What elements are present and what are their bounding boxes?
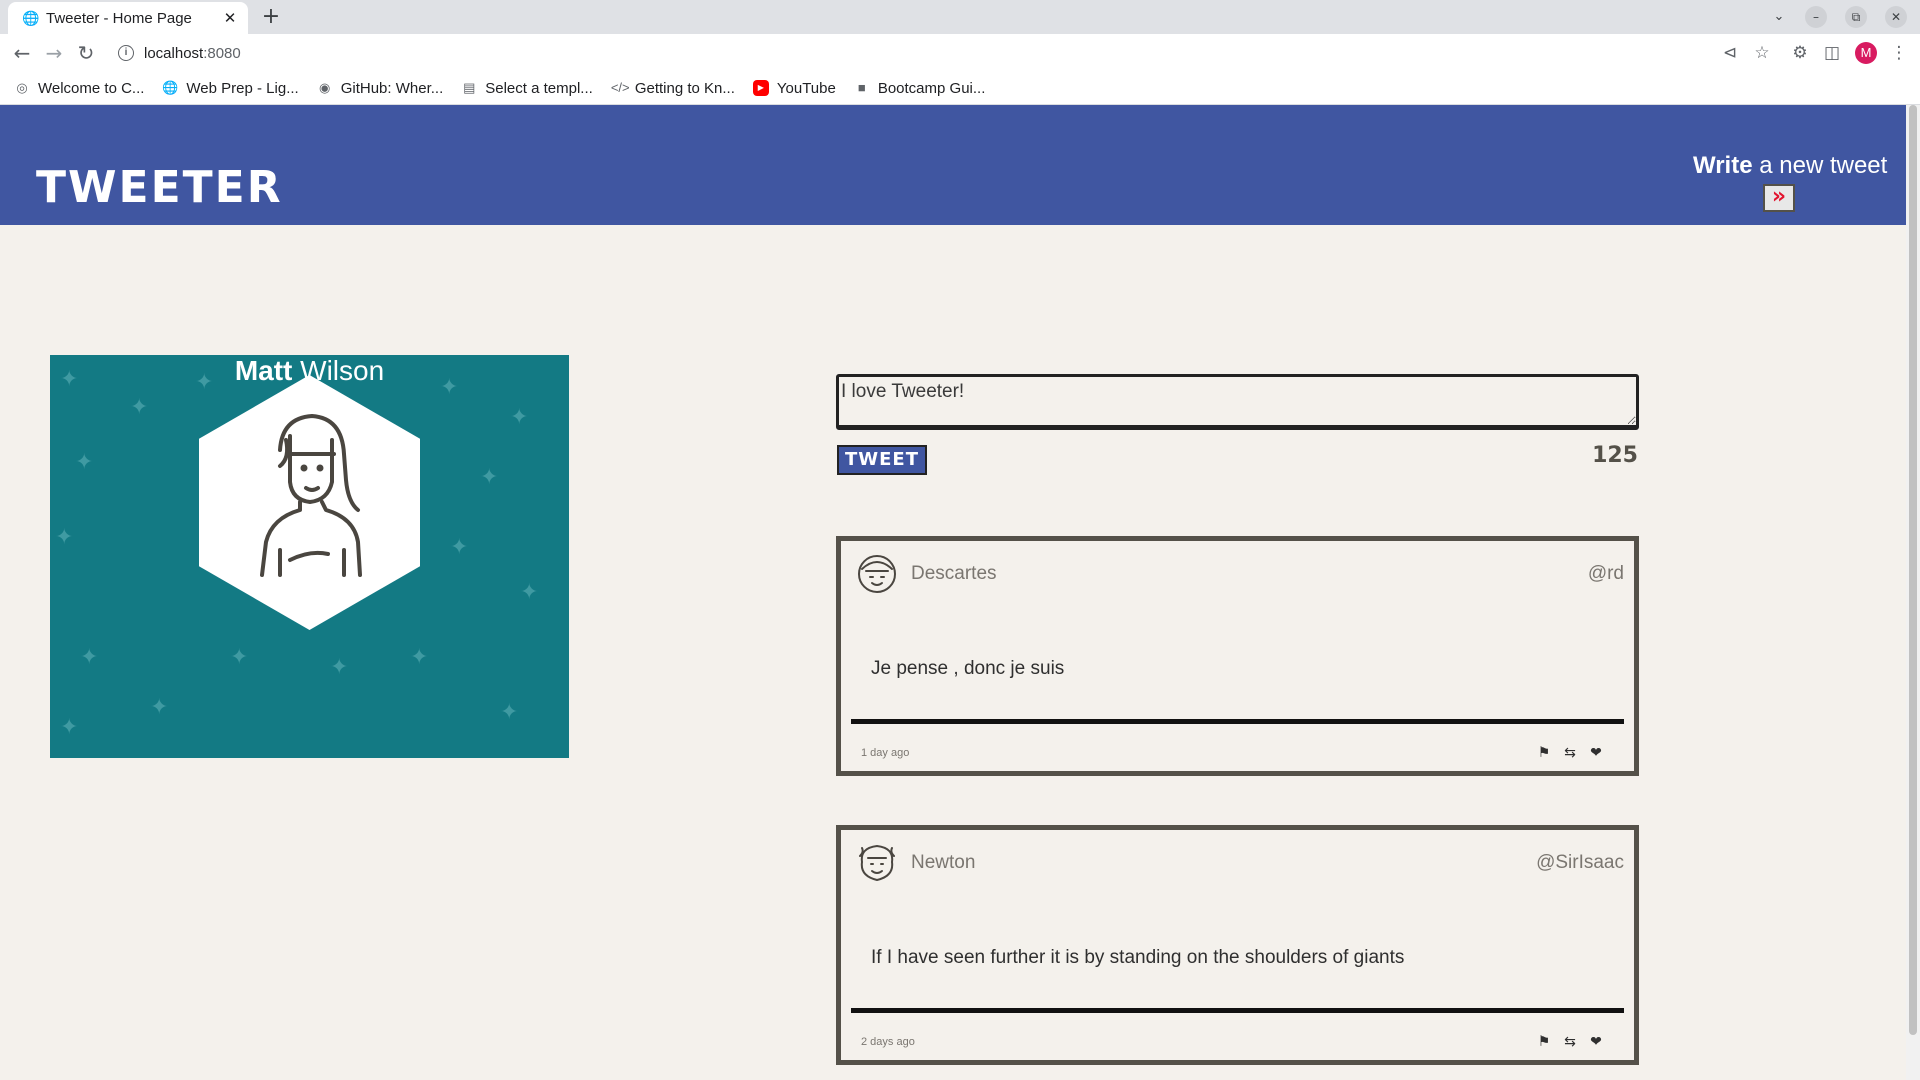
site-logo: TWEETER [36,162,283,213]
bookmark-label: GitHub: Wher... [340,79,444,97]
address-bar[interactable]: i localhost :8080 [108,38,1748,68]
bird-pattern-icon: ✦ [75,450,94,475]
url-host: localhost [144,44,204,62]
share-icon[interactable]: ⊲ [1718,41,1742,65]
bookmarks-bar: ◎ Welcome to C... 🌐 Web Prep - Lig... ◉ Git… [0,72,1920,105]
profile-first-name: Matt [234,355,293,386]
toggle-compose-button[interactable]: » [1763,184,1795,212]
close-tab-icon[interactable]: ✕ [220,9,240,27]
bird-pattern-icon: ✦ [510,405,529,430]
tweet-date: 1 day ago [861,747,910,759]
bird-pattern-icon: ✦ [500,700,519,725]
profile-avatar[interactable]: M [1855,42,1877,64]
bird-pattern-icon: ✦ [480,465,499,490]
tweet-divider [851,1008,1624,1013]
bird-pattern-icon: ✦ [80,645,99,670]
bird-pattern-icon: ✦ [230,645,249,670]
bird-pattern-icon: ✦ [450,535,469,560]
retweet-icon[interactable]: ⇆ [1562,745,1578,761]
globe-icon: 🌐 [22,10,40,26]
minimize-icon[interactable]: – [1805,6,1827,28]
write-new-tweet-link[interactable]: Write a new tweet [1693,152,1887,180]
bookmark-item[interactable]: ■ Bootcamp Gui... [854,80,986,97]
tweet-submit-button[interactable]: TWEET [837,445,927,475]
tweet-card: Descartes @rd Je pense , donc je suis 1 … [836,536,1639,776]
bird-pattern-icon: ✦ [440,375,459,400]
tweet-author-handle: @rd [1587,563,1624,584]
folder-icon: ■ [857,80,866,95]
back-icon[interactable]: ← [10,41,34,65]
new-tab-button[interactable]: + [258,4,284,30]
bookmark-label: Web Prep - Lig... [186,79,299,97]
bird-pattern-icon: ✦ [330,655,349,680]
bird-pattern-icon: ✦ [60,367,79,392]
code-icon: </> [610,80,630,95]
restore-icon[interactable]: ⧉ [1845,6,1867,28]
bird-pattern-icon: ✦ [150,695,169,720]
write-rest: a new tweet [1752,152,1888,179]
tweet-author-name: Descartes [911,563,997,584]
profile-card: ✦ ✦ ✦ ✦ ✦ ✦ ✦ ✦ ✦ ✦ ✦ ✦ ✦ ✦ ✦ ✦ ✦ Matt W… [50,355,569,758]
tweet-date: 2 days ago [861,1036,915,1048]
bookmark-label: YouTube [776,79,836,97]
bird-pattern-icon: ✦ [520,580,539,605]
site-info-icon[interactable]: i [118,45,134,61]
tab-search-icon[interactable]: ⌄ [1768,6,1790,28]
side-panel-icon[interactable]: ◫ [1820,41,1844,65]
forward-icon[interactable]: → [42,41,66,65]
write-bold: Write [1693,152,1753,179]
browser-tabbar [0,0,1920,34]
url-port: :8080 [203,44,241,62]
close-window-icon[interactable]: ✕ [1885,6,1907,28]
user-avatar-icon [858,555,896,593]
profile-avatar-icon [260,414,362,577]
globe-icon: 🌐 [162,80,179,95]
char-counter: 125 [1592,443,1638,468]
globe-icon: ◎ [16,80,28,95]
bird-pattern-icon: ✦ [130,395,149,420]
reload-icon[interactable]: ↻ [74,41,98,65]
user-avatar-icon [859,844,895,882]
tab-title: Tweeter - Home Page [46,9,192,27]
bookmark-label: Bootcamp Gui... [877,79,986,97]
flag-icon[interactable]: ⚑ [1536,1034,1552,1050]
bookmark-star-icon[interactable]: ☆ [1750,41,1774,65]
menu-icon[interactable]: ⋮ [1887,41,1911,65]
tweet-author-handle: @SirIsaac [1536,852,1624,873]
bookmark-item[interactable]: ◎ Welcome to C... [14,80,144,97]
site-header [0,105,1906,225]
bookmark-label: Select a templ... [485,79,593,97]
bookmark-item[interactable]: 🌐 Web Prep - Lig... [162,80,298,97]
tweet-card: Newton @SirIsaac If I have seen further … [836,825,1639,1065]
browser-tab[interactable]: 🌐 Tweeter - Home Page ✕ [8,2,248,34]
bookmark-item[interactable]: </> Getting to Kn... [611,80,735,97]
bookmark-label: Getting to Kn... [634,79,735,97]
tweet-author-name: Newton [911,852,976,873]
tweet-content: If I have seen further it is by standing… [871,947,1405,968]
tweet-actions: ⚑ ⇆ ❤ [1536,745,1604,761]
bookmark-item[interactable]: ▶ YouTube [752,79,836,97]
youtube-icon: ▶ [752,80,769,96]
tweet-content: Je pense , donc je suis [871,658,1065,679]
bird-pattern-icon: ✦ [195,370,214,395]
github-icon: ◉ [319,80,331,95]
bird-pattern-icon: ✦ [60,715,79,740]
bookmark-item[interactable]: ▤ Select a templ... [461,80,593,97]
heart-icon[interactable]: ❤ [1588,1034,1604,1050]
tweet-text-input[interactable] [836,374,1639,430]
double-chevron-down-icon: » [1771,184,1787,209]
heart-icon[interactable]: ❤ [1588,745,1604,761]
tweet-actions: ⚑ ⇆ ❤ [1536,1034,1604,1050]
bird-pattern-icon: ✦ [55,525,74,550]
tweet-divider [851,719,1624,724]
extensions-icon[interactable]: ⚙ [1788,41,1812,65]
retweet-icon[interactable]: ⇆ [1562,1034,1578,1050]
scrollbar-thumb[interactable] [1909,105,1917,1035]
bird-pattern-icon: ✦ [410,645,429,670]
bookmark-item[interactable]: ◉ GitHub: Wher... [317,79,444,97]
doc-icon: ▤ [463,80,476,95]
bookmark-label: Welcome to C... [38,79,145,97]
flag-icon[interactable]: ⚑ [1536,745,1552,761]
